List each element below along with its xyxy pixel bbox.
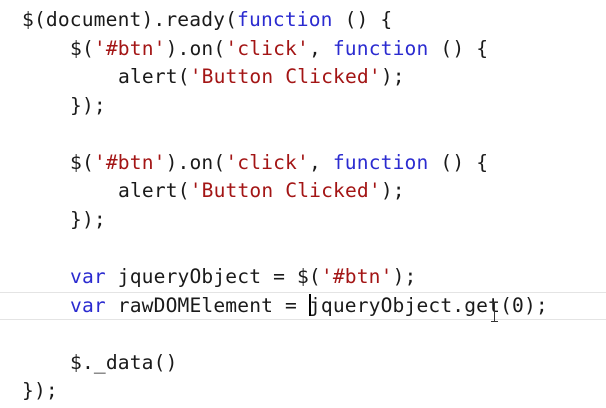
code-line[interactable]: });: [22, 377, 58, 405]
code-line[interactable]: $(document).ready(function () {: [22, 6, 392, 34]
code-token: );: [380, 65, 405, 89]
code-line[interactable]: });: [70, 206, 106, 234]
code-token: $._data(): [70, 350, 178, 374]
code-token: () {: [332, 8, 393, 31]
text-caret: [309, 294, 311, 316]
code-token: $(document).ready(: [22, 8, 238, 31]
code-line[interactable]: $('#btn').on('click', function () {: [70, 35, 488, 63]
string-token: '#btn': [93, 36, 166, 60]
string-token: '#btn': [93, 150, 166, 174]
keyword-token: function: [332, 36, 429, 60]
code-token: ,: [308, 36, 333, 60]
code-line[interactable]: alert('Button Clicked');: [118, 177, 405, 205]
string-token: 'click': [225, 36, 309, 60]
code-line[interactable]: $._data(): [70, 349, 178, 377]
code-editor[interactable]: $(document).ready(function () {$('#btn')…: [0, 0, 606, 408]
code-token: ,: [308, 150, 333, 174]
string-token: 'Button Clicked': [189, 179, 381, 203]
code-token: );: [392, 264, 417, 288]
code-line[interactable]: });: [70, 92, 106, 120]
code-token: ).on(: [165, 36, 226, 60]
code-line[interactable]: var jqueryObject = $('#btn');: [70, 263, 416, 291]
code-token: alert(: [118, 65, 190, 89]
code-token: () {: [428, 36, 489, 60]
code-token: });: [70, 207, 106, 231]
ibeam-cursor-icon: [491, 302, 498, 322]
string-token: 'click': [225, 150, 309, 174]
code-token: alert(: [118, 179, 190, 203]
code-token: jqueryObject = $(: [105, 264, 321, 288]
code-token: ).on(: [165, 150, 226, 174]
keyword-token: function: [237, 8, 333, 31]
code-token: });: [22, 379, 58, 403]
code-token: );: [380, 179, 405, 203]
code-token: $(: [70, 150, 94, 174]
code-token: });: [70, 93, 106, 117]
code-token: () {: [428, 150, 489, 174]
keyword-token: function: [332, 150, 429, 174]
string-token: 'Button Clicked': [189, 65, 381, 89]
string-token: '#btn': [320, 264, 393, 288]
code-token: rawDOMElement = jqueryObject.get(0);: [105, 293, 548, 317]
keyword-token: var: [70, 264, 106, 288]
keyword-token: var: [70, 293, 106, 317]
code-line[interactable]: alert('Button Clicked');: [118, 63, 405, 91]
code-line[interactable]: $('#btn').on('click', function () {: [70, 149, 488, 177]
code-token: $(: [70, 36, 94, 60]
